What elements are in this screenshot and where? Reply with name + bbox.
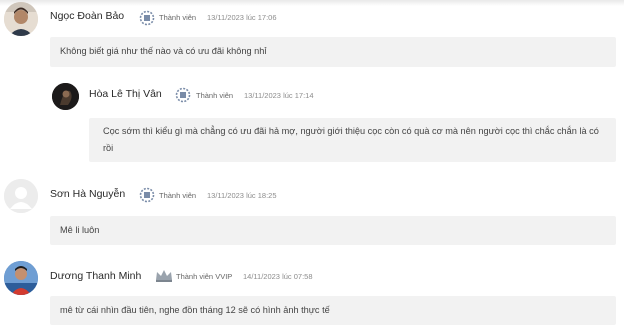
author-name[interactable]: Dương Thanh Minh <box>50 270 141 282</box>
comment-timestamp: 13/11/2023 lúc 17:14 <box>244 91 314 100</box>
member-badge-icon <box>139 10 155 26</box>
vvip-badge-icon <box>156 270 172 282</box>
user-photo-icon <box>4 2 38 36</box>
member-role: Thành viên <box>196 91 234 100</box>
member-badge-icon <box>175 87 191 103</box>
comment-text: Mê li luôn <box>50 216 616 245</box>
member-role: Thành viên VVIP <box>176 272 233 281</box>
comment-text: mê từ cái nhìn đầu tiên, nghe đồn tháng … <box>50 296 616 325</box>
comment-text: Cọc sớm thì kiểu gì mà chẳng có ưu đãi h… <box>89 118 616 162</box>
user-photo-icon <box>52 83 79 110</box>
comment-text-content: Mê li luôn <box>60 225 100 235</box>
author-name[interactable]: Sơn Hà Nguyễn <box>50 188 125 200</box>
author-name[interactable]: Ngọc Đoàn Bảo <box>50 10 124 22</box>
comment-text-content: Cọc sớm thì kiểu gì mà chẳng có ưu đãi h… <box>103 126 599 153</box>
avatar[interactable] <box>4 261 38 295</box>
member-role: Thành viên <box>159 13 197 22</box>
avatar[interactable] <box>52 83 79 110</box>
comment-text: Không biết giá như thế nào và có ưu đãi … <box>50 37 616 67</box>
member-role: Thành viên <box>159 191 197 200</box>
avatar[interactable] <box>4 179 38 213</box>
author-name[interactable]: Hòa Lê Thị Vân <box>89 88 162 100</box>
comment-text-content: mê từ cái nhìn đầu tiên, nghe đồn tháng … <box>60 305 330 315</box>
member-badge-icon <box>139 187 155 203</box>
user-photo-icon <box>4 261 38 295</box>
avatar[interactable] <box>4 2 38 36</box>
comment-timestamp: 13/11/2023 lúc 18:25 <box>207 191 277 200</box>
top-divider <box>0 0 624 6</box>
comment-timestamp: 14/11/2023 lúc 07:58 <box>243 272 313 281</box>
comment-timestamp: 13/11/2023 lúc 17:06 <box>207 13 277 22</box>
comment-text-content: Không biết giá như thế nào và có ưu đãi … <box>60 46 267 56</box>
default-user-icon <box>4 179 38 213</box>
